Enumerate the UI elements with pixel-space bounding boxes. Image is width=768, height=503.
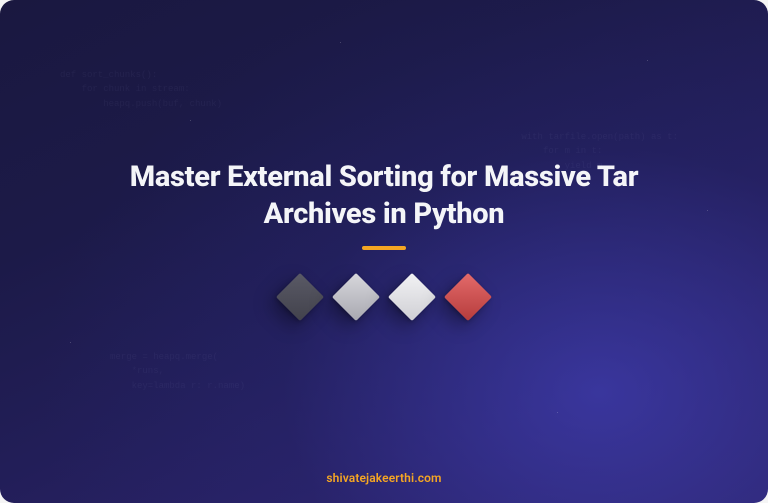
decorative-squares [283,280,485,314]
hero-title: Master External Sorting for Massive Tar … [104,159,664,232]
accent-underline [362,246,406,250]
square-white [388,273,436,321]
square-light-gray [332,273,380,321]
hero-card: def sort_chunks(): for chunk in stream: … [0,0,768,503]
square-red [444,273,492,321]
square-dark-gray [276,273,324,321]
footer-domain: shivatejakeerthi.com [0,471,768,485]
hero-content: Master External Sorting for Massive Tar … [0,0,768,503]
